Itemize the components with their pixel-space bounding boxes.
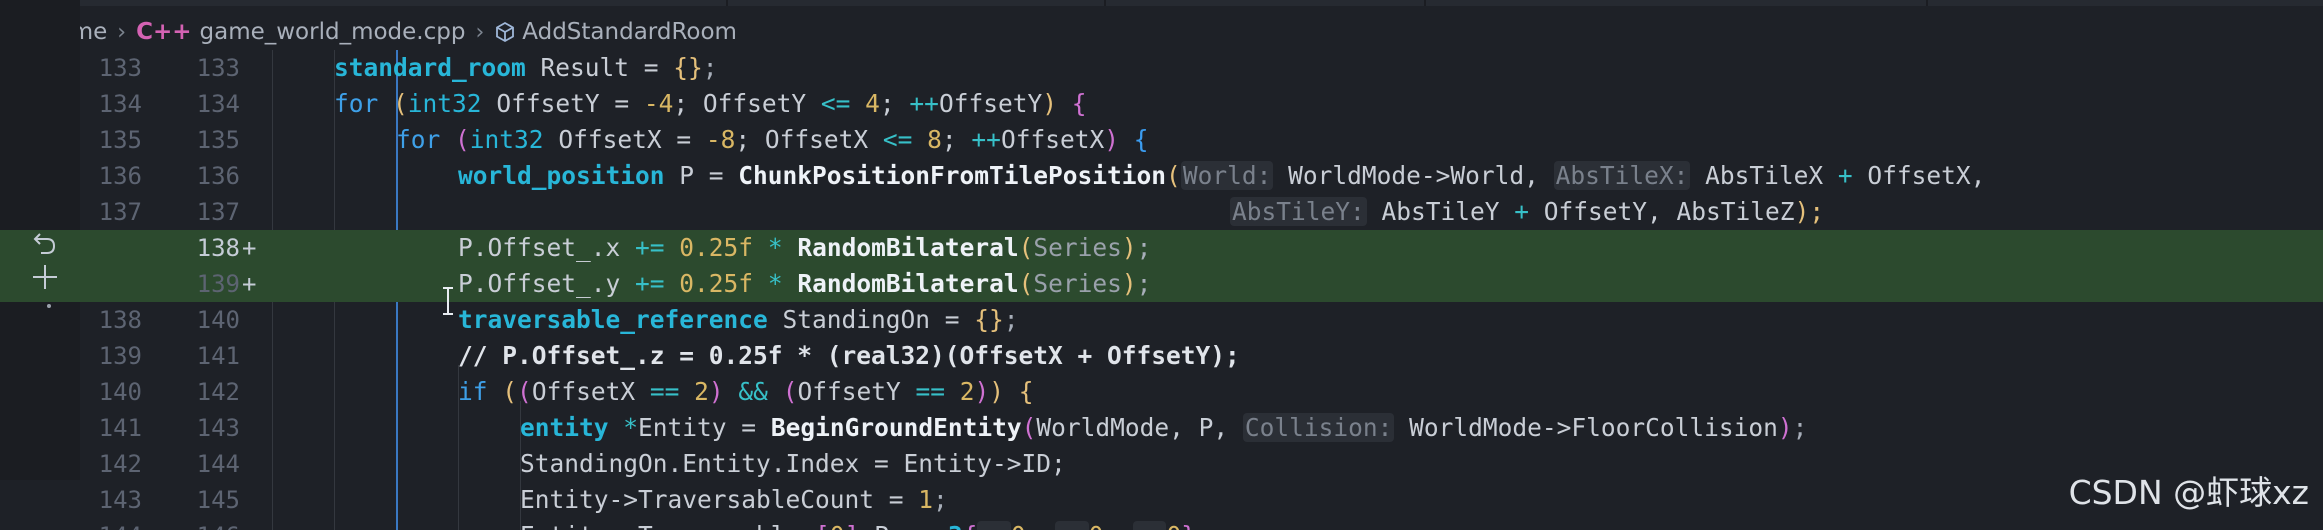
line-number-new: 133 xyxy=(196,54,240,82)
line-number-new: 144 xyxy=(196,450,240,478)
code-text: world_position P = ChunkPositionFromTile… xyxy=(458,161,1986,190)
code-text: if ((OffsetX == 2) && (OffsetY == 2)) { xyxy=(458,377,1034,406)
revert-change-icon[interactable] xyxy=(32,230,58,262)
text-cursor-icon xyxy=(441,286,455,316)
line-number-old: 139 xyxy=(98,342,142,370)
code-line[interactable]: 141 143 entity *Entity = BeginGroundEnti… xyxy=(0,410,2323,446)
line-number-new: 146 xyxy=(168,518,240,530)
line-number-new: 137 xyxy=(196,198,240,226)
code-line[interactable]: 139 141 // P.Offset_.z = 0.25f * (real32… xyxy=(0,338,2323,374)
line-number-old: 142 xyxy=(98,450,142,478)
code-editor[interactable]: 133 133 standard_room Result = {}; 134 1… xyxy=(0,50,2323,530)
code-text: for (int32 OffsetY = -4; OffsetY <= 4; +… xyxy=(334,89,1087,118)
line-number-old: 138 xyxy=(98,306,142,334)
line-number-old: 136 xyxy=(98,162,142,190)
line-number-new: 141 xyxy=(196,342,240,370)
line-number-new: 145 xyxy=(196,486,240,514)
code-line[interactable]: 138 140 traversable_reference StandingOn… xyxy=(0,302,2323,338)
line-number-old: 141 xyxy=(98,414,142,442)
add-icon[interactable] xyxy=(30,262,60,296)
code-comment: // P.Offset_.z = 0.25f * (real32)(Offset… xyxy=(458,341,1240,370)
cpp-file-icon: C++ xyxy=(136,19,192,45)
code-line[interactable]: 134 134 for (int32 OffsetY = -4; OffsetY… xyxy=(0,86,2323,122)
code-text: StandingOn.Entity.Index = Entity->ID; xyxy=(520,449,1066,478)
chevron-right-icon: › xyxy=(117,19,127,45)
code-text: standard_room Result = {}; xyxy=(334,53,718,82)
code-line[interactable]: 133 133 standard_room Result = {}; xyxy=(0,50,2323,86)
code-line[interactable]: 140 142 if ((OffsetX == 2) && (OffsetY =… xyxy=(0,374,2323,410)
line-number-old: 135 xyxy=(98,126,142,154)
code-line[interactable]: 135 135 for (int32 OffsetX = -8; OffsetX… xyxy=(0,122,2323,158)
chevron-right-icon: › xyxy=(475,19,485,45)
line-number-new: 142 xyxy=(196,378,240,406)
line-number-new: 136 xyxy=(196,162,240,190)
code-line[interactable]: 136 136 world_position P = ChunkPosition… xyxy=(0,158,2323,194)
code-line[interactable]: 143 145 Entity->TraversableCount = 1; xyxy=(0,482,2323,518)
line-number-old: 140 xyxy=(98,378,142,406)
code-text: Entity->Traversables[0].P = v3{x:0, y:0,… xyxy=(520,518,1211,530)
line-number-new: 140 xyxy=(196,306,240,334)
code-line[interactable]: 142 144 StandingOn.Entity.Index = Entity… xyxy=(0,446,2323,482)
inlay-hint: AbsTileY: xyxy=(1230,197,1367,226)
code-line-added[interactable]: 138 + P.Offset_.x += 0.25f * RandomBilat… xyxy=(0,230,2323,266)
line-number-old: 134 xyxy=(98,90,142,118)
code-line[interactable]: 144 146 Entity->Traversables[0].P = v3{x… xyxy=(0,518,2323,530)
code-text: AbsTileY: AbsTileY + OffsetY, AbsTileZ); xyxy=(1230,197,1825,226)
line-number-new: 143 xyxy=(196,414,240,442)
line-number-old: 143 xyxy=(98,486,142,514)
inlay-hint: Collision: xyxy=(1242,413,1395,442)
breadcrumb-symbol[interactable]: AddStandardRoom xyxy=(522,19,737,45)
code-text: P.Offset_.y += 0.25f * RandomBilateral(S… xyxy=(458,269,1152,298)
dot-icon xyxy=(46,294,52,313)
code-text: for (int32 OffsetX = -8; OffsetX <= 8; +… xyxy=(396,125,1149,154)
symbol-method-icon xyxy=(494,21,516,43)
code-text: Entity->TraversableCount = 1; xyxy=(520,485,948,514)
code-text: P.Offset_.x += 0.25f * RandomBilateral(S… xyxy=(458,233,1152,262)
breadcrumb-file[interactable]: game_world_mode.cpp xyxy=(200,19,466,45)
inlay-hint: AbsTileX: xyxy=(1553,161,1691,190)
diff-added-marker: + xyxy=(242,270,257,298)
line-number-new: 138 xyxy=(196,234,240,262)
line-number-old: 133 xyxy=(98,54,142,82)
code-line-added[interactable]: 139 + P.Offset_.y += 0.25f * RandomBilat… xyxy=(0,266,2323,302)
code-line[interactable]: 137 137 AbsTileY: AbsTileY + OffsetY, Ab… xyxy=(0,194,2323,230)
line-number-new: 134 xyxy=(196,90,240,118)
diff-added-marker: + xyxy=(242,234,257,262)
line-number-old: 144 xyxy=(80,518,142,530)
watermark: CSDN @虾球xz xyxy=(2068,473,2309,512)
inlay-hint: World: xyxy=(1180,161,1274,190)
code-text: entity *Entity = BeginGroundEntity(World… xyxy=(520,413,1808,442)
line-number-old: 137 xyxy=(98,198,142,226)
code-text: traversable_reference StandingOn = {}; xyxy=(458,305,1019,334)
line-number-new: 139 xyxy=(196,270,240,298)
line-number-new: 135 xyxy=(196,126,240,154)
